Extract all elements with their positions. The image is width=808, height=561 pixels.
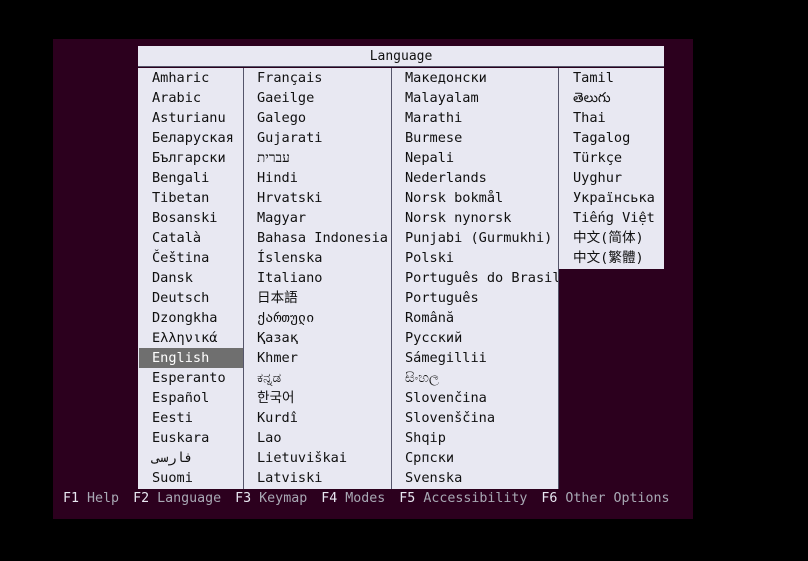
language-option[interactable]: Galego — [244, 108, 391, 128]
language-column-2: Français Gaeilge Galego Gujarati עברית Hindi H… — [244, 68, 392, 489]
language-option[interactable]: Қазақ — [244, 328, 391, 348]
language-option[interactable]: తెలుగు — [559, 88, 664, 108]
language-dialog: Language Amharic Arabic Asturianu Беларуска… — [138, 46, 664, 489]
language-option[interactable]: Română — [392, 308, 558, 328]
language-option[interactable]: Tagalog — [559, 128, 664, 148]
language-option[interactable]: Nepali — [392, 148, 558, 168]
language-option[interactable]: Català — [139, 228, 243, 248]
language-option[interactable]: Slovenščina — [392, 408, 558, 428]
language-option[interactable]: עברית — [244, 148, 391, 168]
language-option[interactable]: Lao — [244, 428, 391, 448]
language-option[interactable]: Svenska — [392, 468, 558, 488]
language-option[interactable]: Sámegillii — [392, 348, 558, 368]
language-option[interactable]: Português — [392, 288, 558, 308]
fkey-label: Accessibility — [423, 491, 528, 506]
language-option[interactable]: Français — [244, 68, 391, 88]
language-column-1: Amharic Arabic Asturianu Беларуская Българск… — [138, 68, 244, 489]
language-option[interactable]: Italiano — [244, 268, 391, 288]
function-key-bar: F1 Help F2 Language F3 Keymap F4 Modes F5 Ac… — [63, 491, 684, 507]
fkey-key: F2 — [133, 491, 158, 506]
language-option[interactable]: Čeština — [139, 248, 243, 268]
fkey-label: Keymap — [259, 491, 308, 506]
language-option[interactable]: فارسی — [139, 448, 243, 468]
language-option[interactable]: Arabic — [139, 88, 243, 108]
language-option[interactable]: Português do Brasil — [392, 268, 558, 288]
language-option[interactable]: 한국어 — [244, 388, 391, 408]
fkey-key: F1 — [63, 491, 88, 506]
language-option[interactable]: Dansk — [139, 268, 243, 288]
language-option[interactable]: Euskara — [139, 428, 243, 448]
language-option[interactable]: Русский — [392, 328, 558, 348]
language-option[interactable]: Македонски — [392, 68, 558, 88]
language-option[interactable]: Türkçe — [559, 148, 664, 168]
language-option[interactable]: Thai — [559, 108, 664, 128]
language-option[interactable]: Español — [139, 388, 243, 408]
language-option[interactable]: Bahasa Indonesia — [244, 228, 391, 248]
language-option[interactable]: Српски — [392, 448, 558, 468]
language-option[interactable]: Marathi — [392, 108, 558, 128]
language-column-4: Tamil తెలుగు Thai Tagalog Türkçe Uyghur Україн… — [559, 68, 664, 269]
language-option[interactable]: Norsk nynorsk — [392, 208, 558, 228]
language-option[interactable]: Íslenska — [244, 248, 391, 268]
language-option[interactable]: ქართული — [244, 308, 391, 328]
fkey-key: F3 — [235, 491, 260, 506]
dialog-title: Language — [138, 46, 664, 67]
fkey-f2[interactable]: F2 Language — [133, 491, 221, 507]
language-option[interactable]: Tamil — [559, 68, 664, 88]
language-option[interactable]: Latviski — [244, 468, 391, 488]
language-option[interactable]: Gujarati — [244, 128, 391, 148]
language-option[interactable]: Polski — [392, 248, 558, 268]
language-option[interactable]: Български — [139, 148, 243, 168]
language-option[interactable]: Esperanto — [139, 368, 243, 388]
language-option[interactable]: Hrvatski — [244, 188, 391, 208]
fkey-key: F6 — [541, 491, 566, 506]
language-option[interactable]: Asturianu — [139, 108, 243, 128]
language-option[interactable]: Slovenčina — [392, 388, 558, 408]
language-column-3: Македонски Malayalam Marathi Burmese Nepali N… — [392, 68, 559, 489]
fkey-label: Other Options — [565, 491, 670, 506]
language-option[interactable]: English — [139, 348, 243, 368]
fkey-f5[interactable]: F5 Accessibility — [399, 491, 527, 507]
language-option[interactable]: Amharic — [139, 68, 243, 88]
language-option[interactable]: Lietuviškai — [244, 448, 391, 468]
fkey-label: Modes — [345, 491, 386, 506]
language-option[interactable]: Tibetan — [139, 188, 243, 208]
language-option[interactable]: 中文(繁體) — [559, 248, 664, 268]
language-option[interactable]: Shqip — [392, 428, 558, 448]
language-option[interactable]: Ελληνικά — [139, 328, 243, 348]
fkey-f6[interactable]: F6 Other Options — [541, 491, 669, 507]
language-option[interactable]: Bengali — [139, 168, 243, 188]
language-option[interactable]: Khmer — [244, 348, 391, 368]
language-option[interactable]: Українська — [559, 188, 664, 208]
language-option[interactable]: Kurdî — [244, 408, 391, 428]
fkey-f4[interactable]: F4 Modes — [321, 491, 385, 507]
language-option[interactable]: 日本語 — [244, 288, 391, 308]
fkey-key: F4 — [321, 491, 346, 506]
language-option[interactable]: Dzongkha — [139, 308, 243, 328]
language-option[interactable]: Eesti — [139, 408, 243, 428]
language-option[interactable]: Burmese — [392, 128, 558, 148]
fkey-label: Language — [157, 491, 222, 506]
language-option[interactable]: Norsk bokmål — [392, 188, 558, 208]
language-option[interactable]: Deutsch — [139, 288, 243, 308]
fkey-f1[interactable]: F1 Help — [63, 491, 119, 507]
language-option[interactable]: Tiếng Việt — [559, 208, 664, 228]
language-option[interactable]: Magyar — [244, 208, 391, 228]
fkey-label: Help — [87, 491, 120, 506]
language-option[interactable]: ಕನ್ನಡ — [244, 368, 391, 388]
language-option[interactable]: Bosanski — [139, 208, 243, 228]
language-option[interactable]: Punjabi (Gurmukhi) — [392, 228, 558, 248]
fkey-key: F5 — [399, 491, 424, 506]
language-option[interactable]: 中文(简体) — [559, 228, 664, 248]
language-option[interactable]: Беларуская — [139, 128, 243, 148]
language-option[interactable]: Nederlands — [392, 168, 558, 188]
language-option[interactable]: Malayalam — [392, 88, 558, 108]
language-option[interactable]: Uyghur — [559, 168, 664, 188]
language-option[interactable]: Hindi — [244, 168, 391, 188]
language-option[interactable]: Suomi — [139, 468, 243, 488]
language-option[interactable]: Gaeilge — [244, 88, 391, 108]
language-option[interactable]: සිංහල — [392, 368, 558, 388]
fkey-f3[interactable]: F3 Keymap — [235, 491, 307, 507]
